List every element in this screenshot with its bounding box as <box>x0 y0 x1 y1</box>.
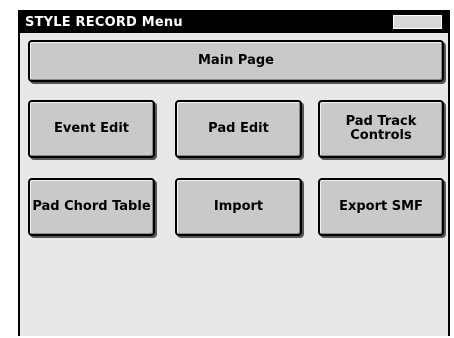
title-indicator <box>393 15 442 29</box>
event-edit-button[interactable]: Event Edit <box>28 100 155 158</box>
pad-chord-table-button-label: Pad Chord Table <box>32 199 151 214</box>
pad-edit-button[interactable]: Pad Edit <box>175 100 302 158</box>
import-button[interactable]: Import <box>175 178 302 236</box>
event-edit-button-label: Event Edit <box>53 121 130 136</box>
display-screen: STYLE RECORD Menu Main Page Event Edit P… <box>18 10 450 336</box>
pad-chord-table-button[interactable]: Pad Chord Table <box>28 178 155 236</box>
page-title: STYLE RECORD Menu <box>25 15 183 30</box>
pad-edit-button-label: Pad Edit <box>208 121 269 136</box>
export-smf-button-label: Export SMF <box>339 199 423 214</box>
title-bar: STYLE RECORD Menu <box>20 12 448 33</box>
pad-track-controls-button[interactable]: Pad Track Controls <box>318 100 444 158</box>
export-smf-button[interactable]: Export SMF <box>318 178 444 236</box>
pad-track-controls-button-label: Pad Track Controls <box>345 114 417 143</box>
import-button-label: Import <box>213 199 264 214</box>
main-page-button-label: Main Page <box>197 53 275 68</box>
main-page-button[interactable]: Main Page <box>28 40 444 82</box>
